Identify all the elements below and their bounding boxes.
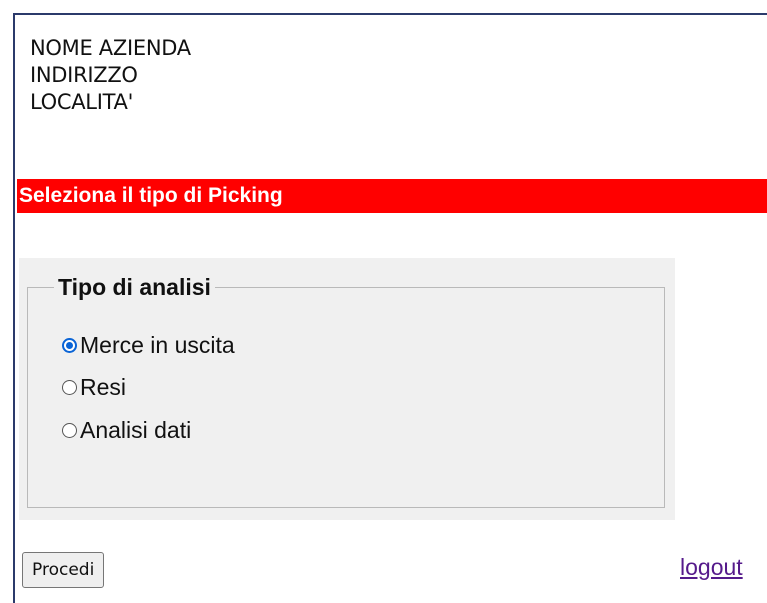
radio-label: Analisi dati bbox=[80, 416, 192, 443]
company-address: INDIRIZZO bbox=[30, 63, 138, 87]
radio-button[interactable] bbox=[62, 379, 77, 395]
radio-option-merce-in-uscita[interactable]: Merce in uscita bbox=[62, 331, 235, 359]
proceed-button[interactable]: Procedi bbox=[22, 552, 105, 588]
radio-option-resi[interactable]: Resi bbox=[62, 373, 126, 401]
company-name: NOME AZIENDA bbox=[30, 36, 191, 60]
company-header: NOME AZIENDA INDIRIZZO LOCALITA' bbox=[30, 35, 191, 116]
company-city: LOCALITA' bbox=[30, 90, 134, 114]
radio-button-checked[interactable] bbox=[62, 337, 77, 353]
radio-label: Resi bbox=[80, 373, 127, 400]
page-frame: NOME AZIENDA INDIRIZZO LOCALITA' Selezio… bbox=[13, 13, 767, 603]
page-title-banner: Seleziona il tipo di Picking bbox=[17, 179, 767, 213]
radio-button[interactable] bbox=[62, 422, 77, 438]
radio-label: Merce in uscita bbox=[80, 331, 235, 358]
logout-link[interactable]: logout bbox=[680, 554, 743, 581]
analysis-legend: Tipo di analisi bbox=[58, 274, 211, 300]
radio-option-analisi-dati[interactable]: Analisi dati bbox=[62, 416, 191, 444]
analysis-panel: Tipo di analisi Merce in uscita Resi Ana… bbox=[19, 258, 675, 520]
